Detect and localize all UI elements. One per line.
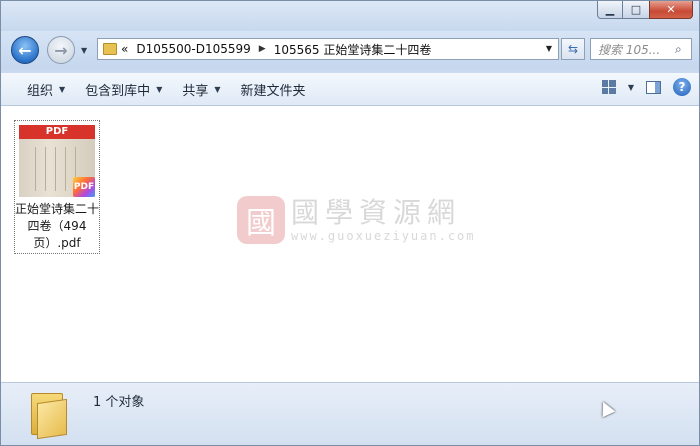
command-bar: 组织 ▼ 包含到库中 ▼ 共享 ▼ 新建文件夹 ▼ ? [1,73,699,106]
file-list-area[interactable]: PDF PDF 正始堂诗集二十四卷（494页）.pdf 國 國學資源網 www.… [1,106,699,382]
title-bar[interactable]: ▁ □ ✕ [1,1,699,31]
chevron-down-icon: ▼ [59,84,66,94]
watermark-seal-icon: 國 [237,196,285,244]
organize-label: 组织 [27,83,54,99]
breadcrumb-separator-icon[interactable]: ▶ [259,44,266,54]
share-button[interactable]: 共享 ▼ [172,77,230,101]
toolbar-right: ▼ ? [601,78,691,96]
organize-button[interactable]: 组织 ▼ [17,77,75,101]
explorer-window: ▁ □ ✕ ← → ▼ « D105500-D105599 ▶ 105565 正… [0,0,700,446]
forward-button[interactable]: → [47,36,75,64]
include-in-library-button[interactable]: 包含到库中 ▼ [75,77,172,101]
chevron-down-icon: ▼ [156,84,163,94]
include-library-label: 包含到库中 [85,83,151,99]
back-button[interactable]: ← [11,36,39,64]
navigation-row: ← → ▼ « D105500-D105599 ▶ 105565 正始堂诗集二十… [1,31,699,69]
window-controls: ▁ □ ✕ [597,1,693,19]
maximize-button[interactable]: □ [623,1,649,19]
new-folder-label: 新建文件夹 [240,83,306,99]
new-folder-button[interactable]: 新建文件夹 [231,77,316,101]
watermark-text: 國學資源網 www.guoxueziyuan.com [291,196,476,244]
search-box[interactable]: 搜索 105... ⌕ [590,38,692,60]
breadcrumb-overflow[interactable]: « [121,42,128,56]
share-label: 共享 [182,83,209,99]
folder-icon [103,43,117,55]
address-dropdown-icon[interactable]: ▼ [546,44,552,53]
pdf-badge-icon: PDF [73,177,95,197]
details-pane: 1 个对象 [1,382,699,445]
pdf-thumb-label: PDF [19,125,95,139]
view-dropdown-icon[interactable]: ▼ [628,83,634,92]
minimize-button[interactable]: ▁ [597,1,623,19]
search-icon[interactable]: ⌕ [675,42,691,57]
search-input[interactable]: 搜索 105... [591,41,675,58]
watermark-url: www.guoxueziyuan.com [291,229,476,243]
watermark-title: 國學資源網 [291,196,462,229]
pdf-thumbnail: PDF PDF [19,125,95,197]
refresh-button[interactable]: ⇆ [561,38,585,60]
recent-pages-dropdown-icon[interactable]: ▼ [81,46,87,55]
breadcrumb-item-current[interactable]: 105565 正始堂诗集二十四卷 [274,41,432,58]
preview-pane-icon[interactable] [646,80,661,94]
help-icon[interactable]: ? [673,78,691,96]
file-name: 正始堂诗集二十四卷（494页）.pdf [15,202,100,250]
breadcrumb-item-parent[interactable]: D105500-D105599 [136,42,250,56]
file-item-pdf[interactable]: PDF PDF 正始堂诗集二十四卷（494页）.pdf [14,120,100,254]
folder-icon [29,391,67,440]
chevron-down-icon: ▼ [214,84,221,94]
item-count: 1 个对象 [93,395,145,410]
watermark: 國 國學資源網 www.guoxueziyuan.com [237,196,476,244]
close-button[interactable]: ✕ [649,1,693,19]
view-options-icon[interactable] [601,80,616,94]
address-bar[interactable]: « D105500-D105599 ▶ 105565 正始堂诗集二十四卷 ▼ [97,38,559,60]
